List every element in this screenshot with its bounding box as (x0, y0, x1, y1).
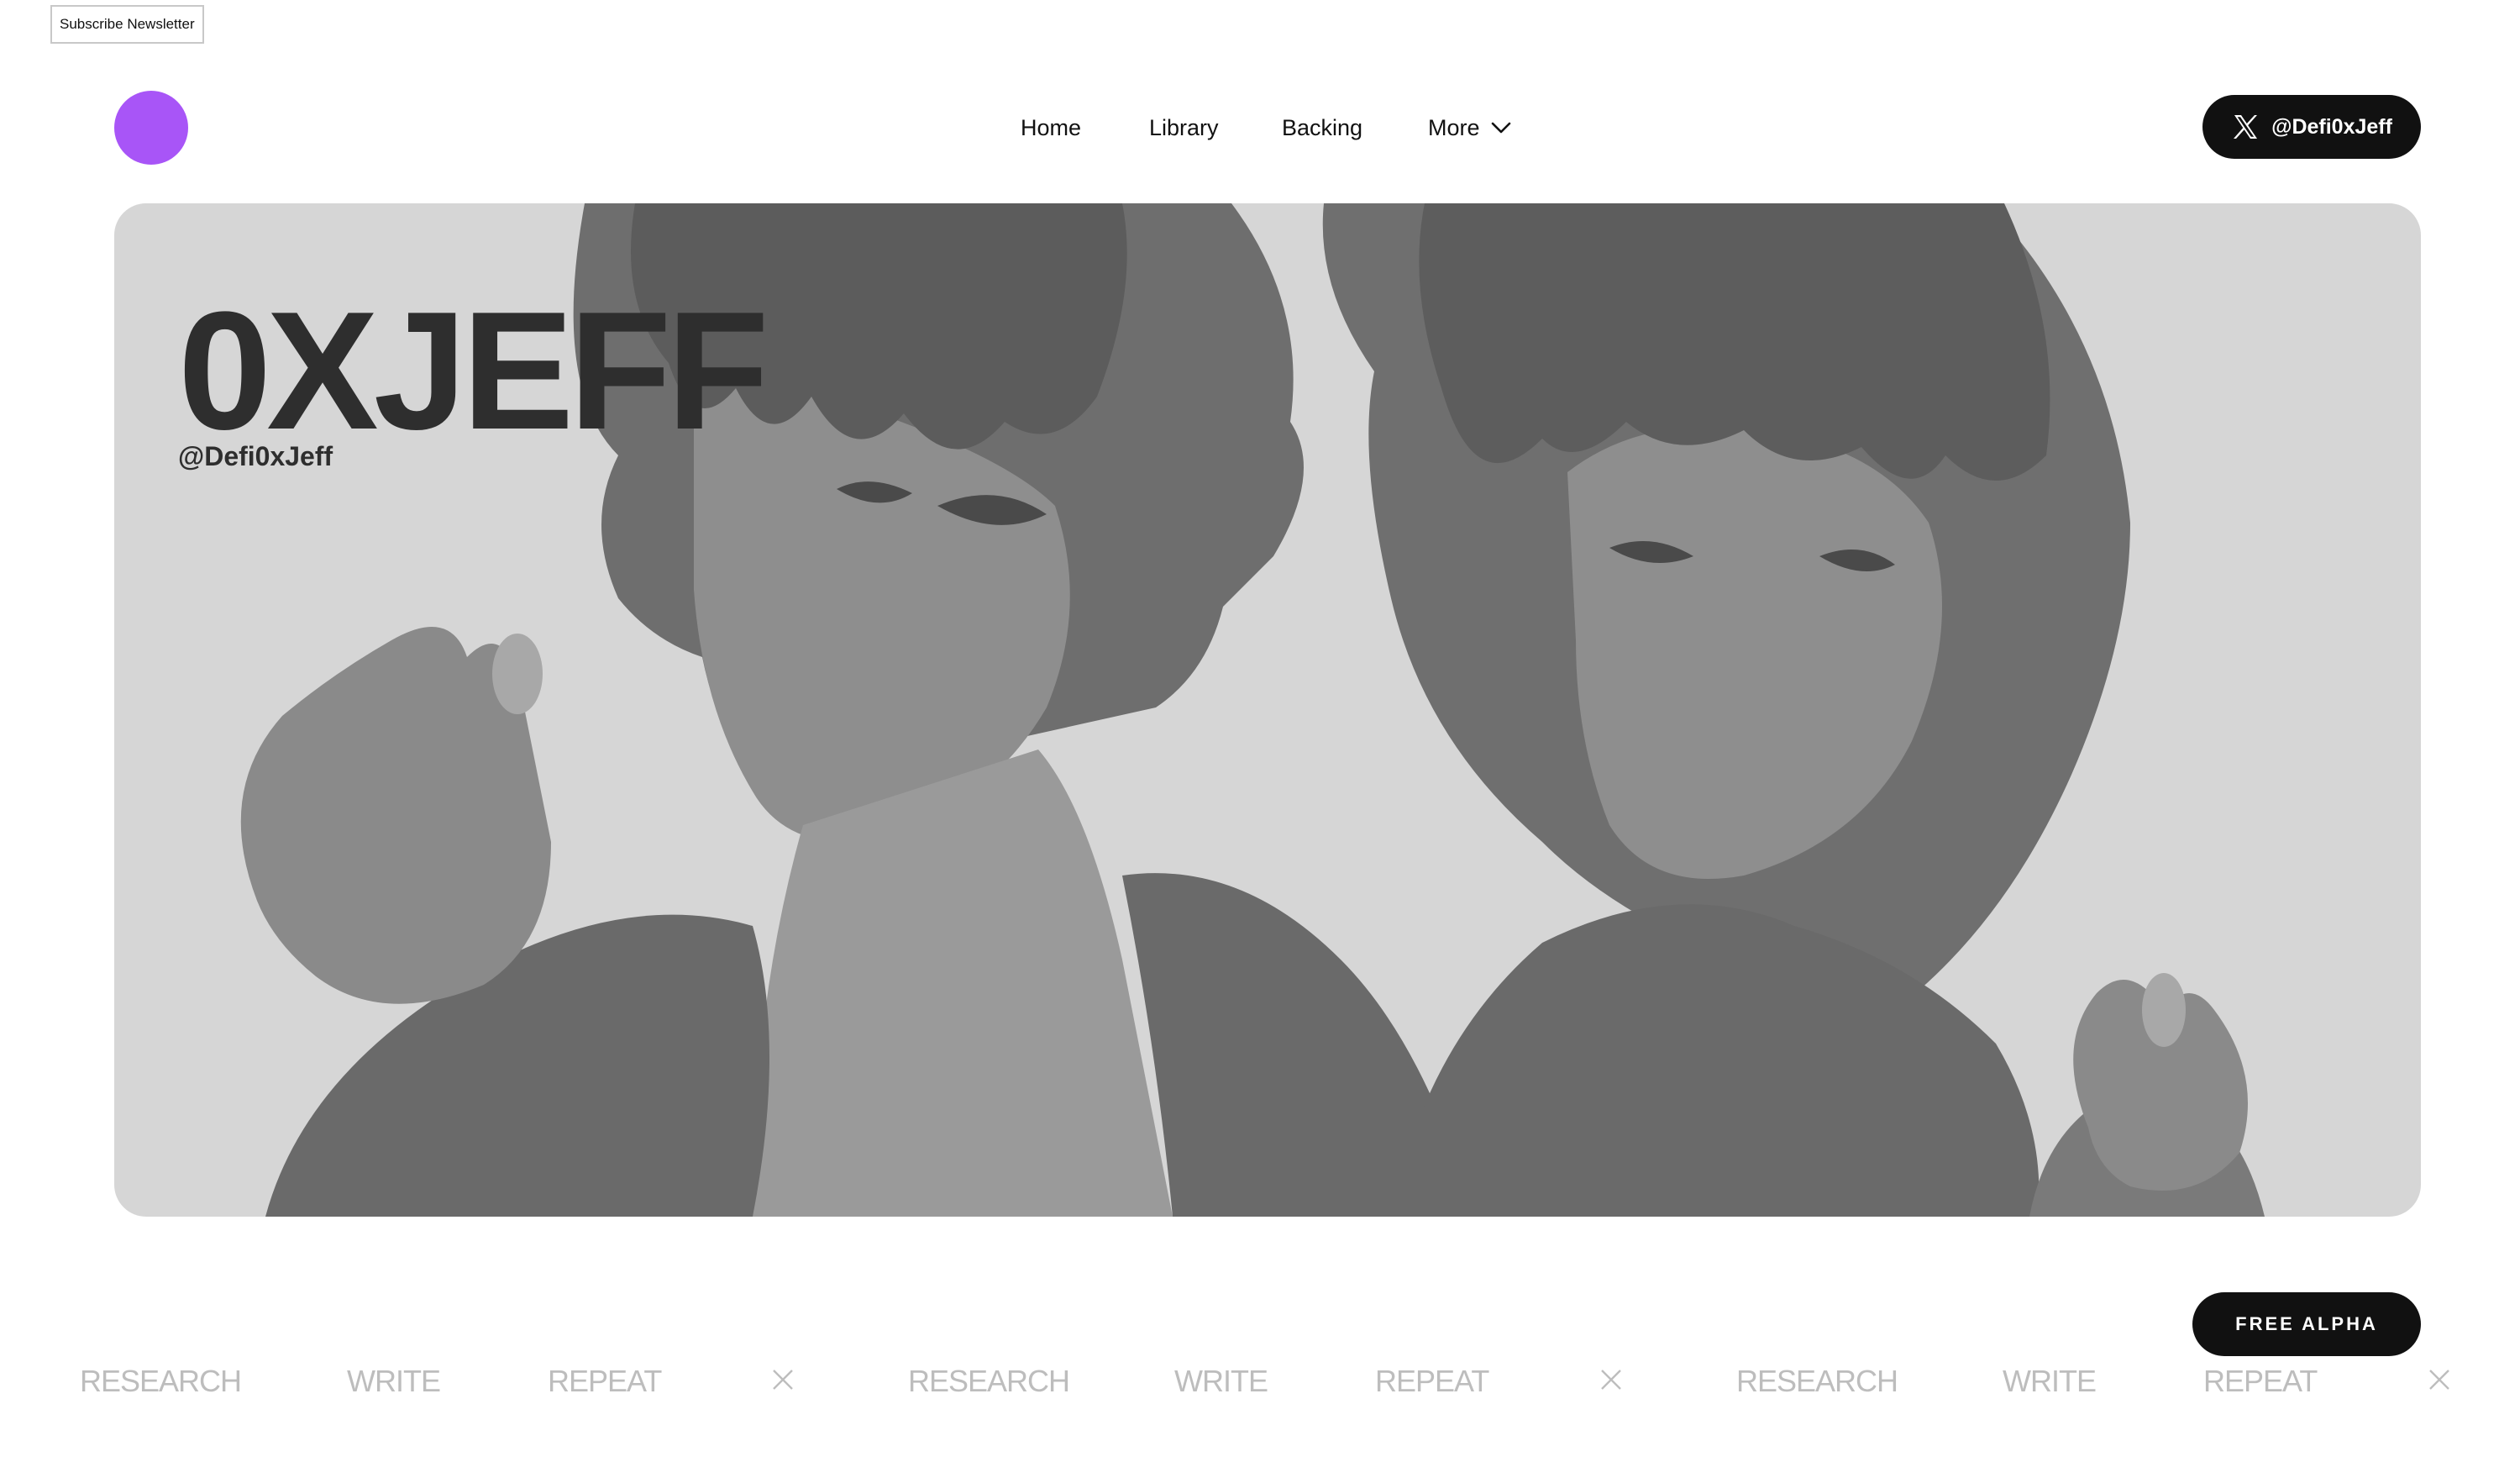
chevron-down-icon (1490, 117, 1512, 139)
marquee-word: WRITE (347, 1364, 441, 1398)
nav-backing[interactable]: Backing (1282, 103, 1362, 153)
hero-title: 0XJEFF (178, 277, 769, 465)
nav-library[interactable]: Library (1149, 103, 1219, 153)
nav-more-label: More (1428, 114, 1480, 140)
close-icon (771, 1368, 795, 1391)
x-logo-icon (2231, 113, 2260, 141)
free-alpha-button[interactable]: FREE ALPHA (2192, 1292, 2421, 1356)
hero-banner: 0XJEFF @Defi0xJeff (114, 203, 2421, 1217)
x-profile-button[interactable]: @Defi0xJeff (2202, 95, 2421, 159)
subscribe-newsletter-button[interactable]: Subscribe Newsletter (50, 5, 204, 44)
hero-handle: @Defi0xJeff (178, 441, 333, 471)
marquee-word: RESEARCH (908, 1364, 1070, 1398)
marquee-word: REPEAT (2203, 1364, 2318, 1398)
nav-home[interactable]: Home (1021, 103, 1081, 153)
x-handle-label: @Defi0xJeff (2271, 114, 2392, 139)
main-nav: Home Library Backing More (0, 103, 2520, 153)
marquee-word: WRITE (1174, 1364, 1268, 1398)
marquee-word: WRITE (2003, 1364, 2097, 1398)
close-icon (1599, 1368, 1623, 1391)
marquee-word: RESEARCH (1736, 1364, 1898, 1398)
close-icon (2428, 1368, 2451, 1391)
nav-more[interactable]: More (1428, 103, 1512, 153)
marquee-ticker: RESEARCH WRITE REPEAT RESEARCH WRITE REP… (0, 1354, 2520, 1408)
marquee-word: REPEAT (1375, 1364, 1489, 1398)
marquee-word: REPEAT (548, 1364, 662, 1398)
marquee-word: RESEARCH (80, 1364, 242, 1398)
